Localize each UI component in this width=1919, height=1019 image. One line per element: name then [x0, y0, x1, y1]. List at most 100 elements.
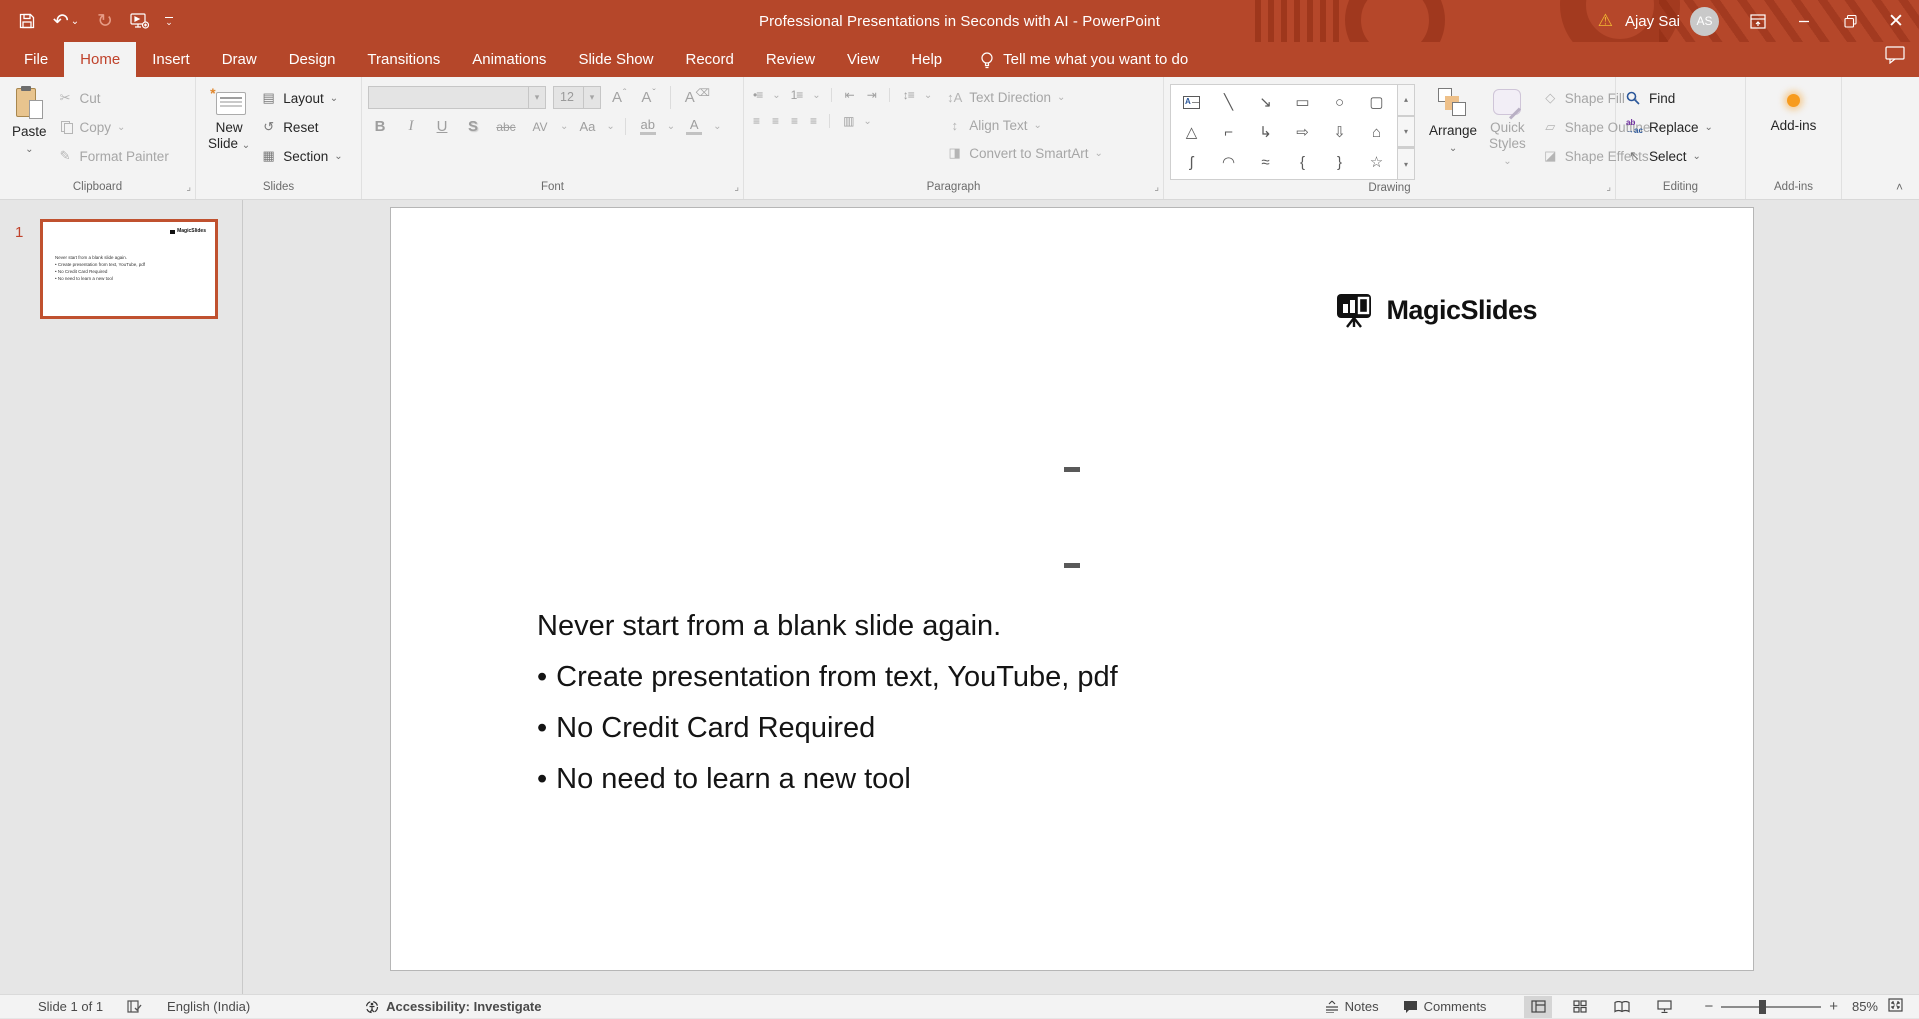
normal-view-button[interactable]	[1524, 996, 1552, 1018]
section-button[interactable]: ▦ Section ⌄	[256, 144, 346, 168]
font-color-button[interactable]: A	[682, 118, 706, 135]
close-button[interactable]: ✕	[1873, 0, 1919, 42]
font-dialog-launcher-icon[interactable]: ⌟	[734, 182, 739, 193]
chevron-down-icon[interactable]: ⌄	[1503, 156, 1511, 167]
arc-shape-icon[interactable]: ◠	[1222, 155, 1235, 170]
chevron-down-icon[interactable]: ⌄	[713, 121, 721, 132]
zoom-level[interactable]: 85%	[1846, 999, 1888, 1014]
freeform-shape-icon[interactable]: ⌂	[1372, 125, 1381, 140]
redo-button[interactable]: ↻	[88, 0, 122, 42]
zoom-out-button[interactable]: −	[1696, 998, 1721, 1015]
tab-review[interactable]: Review	[750, 42, 831, 77]
tab-insert[interactable]: Insert	[136, 42, 206, 77]
comments-button[interactable]: Comments	[1391, 995, 1499, 1019]
down-arrow-shape-icon[interactable]: ⇩	[1333, 125, 1346, 140]
chevron-down-icon[interactable]: ⌄	[1449, 143, 1457, 154]
spell-check-icon[interactable]	[115, 995, 155, 1019]
accessibility-status[interactable]: Accessibility: Investigate	[352, 995, 553, 1019]
customize-qat-button[interactable]: ⌄	[156, 0, 182, 42]
curve-shape-icon[interactable]: ≈	[1261, 155, 1269, 170]
arrange-button[interactable]: Arrange ⌄	[1423, 84, 1483, 180]
fit-slide-to-window-button[interactable]	[1888, 998, 1909, 1015]
tab-file[interactable]: File	[8, 42, 64, 77]
change-case-button[interactable]: Aa	[575, 119, 599, 134]
find-button[interactable]: Find	[1622, 86, 1717, 110]
clipboard-dialog-launcher-icon[interactable]: ⌟	[186, 182, 191, 193]
chevron-down-icon[interactable]: ⌄	[863, 116, 871, 127]
avatar[interactable]: AS	[1690, 7, 1719, 36]
chevron-down-icon[interactable]: ▾	[583, 87, 600, 108]
reading-view-button[interactable]	[1608, 996, 1636, 1018]
tab-home[interactable]: Home	[64, 42, 136, 77]
columns-button[interactable]: ▥	[840, 114, 856, 128]
tab-record[interactable]: Record	[669, 42, 749, 77]
decrease-indent-button[interactable]: ⇤	[842, 88, 857, 102]
chevron-down-icon[interactable]: ▾	[528, 87, 545, 108]
addins-button[interactable]: Add-ins	[1765, 84, 1823, 178]
layout-button[interactable]: ▤ Layout ⌄	[256, 86, 346, 110]
paste-button[interactable]: Paste ⌄	[6, 84, 53, 178]
paragraph-dialog-launcher-icon[interactable]: ⌟	[1154, 182, 1159, 193]
elbow-connector-icon[interactable]: ⌐	[1224, 125, 1233, 140]
language-indicator[interactable]: English (India)	[155, 995, 262, 1019]
chevron-down-icon[interactable]: ⌄	[1705, 122, 1713, 133]
tab-design[interactable]: Design	[273, 42, 352, 77]
decrease-font-size-button[interactable]: A ˇ	[637, 89, 659, 106]
zoom-in-button[interactable]: +	[1821, 998, 1846, 1015]
clear-formatting-button[interactable]: A ⌫	[681, 89, 714, 106]
align-right-button[interactable]: ≡	[788, 114, 800, 128]
collapse-ribbon-icon[interactable]: ˄	[1896, 180, 1903, 194]
arrow-shape-icon[interactable]: ↘	[1259, 95, 1272, 110]
format-painter-button[interactable]: ✎ Format Painter	[53, 144, 173, 168]
line-shape-icon[interactable]: ╲	[1224, 95, 1233, 110]
increase-indent-button[interactable]: ⇥	[864, 88, 879, 102]
line-spacing-button[interactable]: ↕≡	[900, 88, 917, 102]
slide-body-text[interactable]: Never start from a blank slide again. •C…	[537, 612, 1118, 816]
chevron-down-icon[interactable]: ⌄	[812, 90, 820, 101]
tell-me-box[interactable]: Tell me what you want to do	[980, 42, 1188, 77]
new-slide-button[interactable]: * New Slide ⌄	[202, 84, 256, 178]
align-text-button[interactable]: ↕ Align Text ⌄	[942, 113, 1107, 137]
italic-button[interactable]: I	[399, 118, 423, 135]
elbow-arrow-connector-icon[interactable]: ↳	[1259, 125, 1272, 140]
chevron-down-icon[interactable]: ⌄	[242, 140, 250, 151]
tab-view[interactable]: View	[831, 42, 895, 77]
zoom-slider[interactable]	[1721, 1006, 1821, 1008]
warning-icon[interactable]: ⚠	[1598, 11, 1613, 31]
slide-title[interactable]	[451, 404, 1693, 596]
quick-styles-button[interactable]: Quick Styles ⌄	[1483, 84, 1532, 180]
highlight-color-button[interactable]: ab	[636, 118, 660, 135]
rectangle-shape-icon[interactable]: ▭	[1295, 95, 1309, 110]
font-size-combobox[interactable]: 12 ▾	[553, 86, 601, 109]
drawing-dialog-launcher-icon[interactable]: ⌟	[1606, 182, 1611, 193]
tab-transitions[interactable]: Transitions	[351, 42, 456, 77]
slide-indicator[interactable]: Slide 1 of 1	[38, 995, 115, 1019]
restore-button[interactable]	[1827, 0, 1873, 42]
save-icon[interactable]	[10, 0, 44, 42]
shape-gallery-scroll-up[interactable]: ▴	[1398, 84, 1415, 116]
start-from-beginning-button[interactable]	[122, 0, 156, 42]
copy-button[interactable]: Copy ⌄	[53, 115, 173, 139]
text-direction-button[interactable]: ↕A Text Direction ⌄	[942, 85, 1107, 109]
scribble-shape-icon[interactable]: ʃ	[1190, 155, 1193, 170]
chevron-down-icon[interactable]: ⌄	[1693, 151, 1701, 162]
chevron-down-icon[interactable]: ⌄	[667, 121, 675, 132]
font-name-combobox[interactable]: ▾	[368, 86, 546, 109]
tab-help[interactable]: Help	[895, 42, 958, 77]
tab-animations[interactable]: Animations	[456, 42, 562, 77]
chevron-down-icon[interactable]: ⌄	[1095, 148, 1103, 159]
slide[interactable]: MagicSlides Never start from a blank sli…	[390, 207, 1754, 971]
align-left-button[interactable]: ≡	[750, 114, 762, 128]
chevron-down-icon[interactable]: ⌄	[330, 93, 338, 104]
chevron-down-icon[interactable]: ⌄	[25, 144, 33, 155]
minimize-button[interactable]	[1781, 0, 1827, 42]
oval-shape-icon[interactable]: ○	[1335, 95, 1344, 110]
convert-to-smartart-button[interactable]: ◨ Convert to SmartArt ⌄	[942, 141, 1107, 165]
ribbon-display-options-button[interactable]	[1735, 0, 1781, 42]
zoom-slider-thumb[interactable]	[1759, 1000, 1766, 1014]
replace-button[interactable]: ab →ac Replace ⌄	[1622, 115, 1717, 139]
chevron-down-icon[interactable]: ⌄	[334, 151, 342, 162]
slide-sorter-view-button[interactable]	[1566, 996, 1594, 1018]
select-button[interactable]: ↖ Select ⌄	[1622, 144, 1717, 168]
justify-button[interactable]: ≡	[807, 114, 819, 128]
